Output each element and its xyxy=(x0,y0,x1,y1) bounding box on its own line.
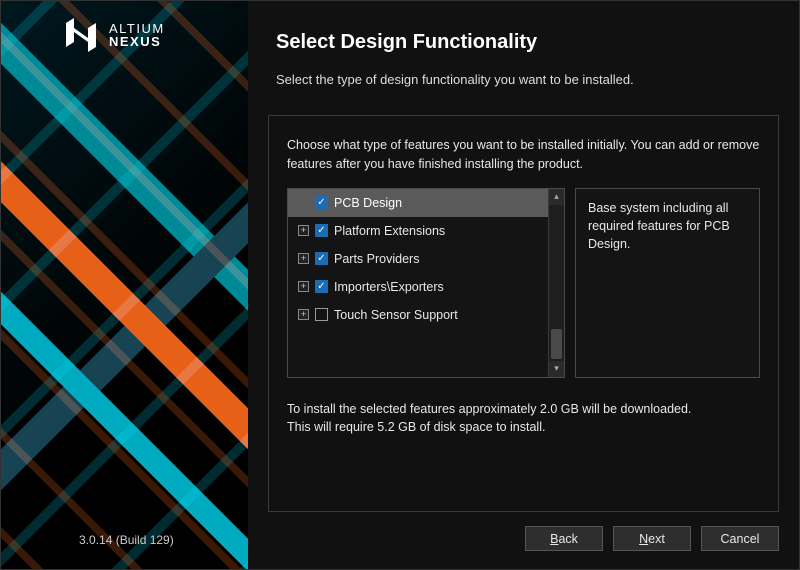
scroll-down-button[interactable]: ▾ xyxy=(549,361,564,377)
feature-checkbox[interactable] xyxy=(315,252,328,265)
brand-line2: NEXUS xyxy=(109,35,165,48)
feature-label: Parts Providers xyxy=(334,252,419,266)
feature-label: Importers\Exporters xyxy=(334,280,444,294)
feature-label: PCB Design xyxy=(334,196,402,210)
scroll-up-button[interactable]: ▴ xyxy=(549,189,564,205)
feature-item-importers-exporters[interactable]: + Importers\Exporters xyxy=(288,273,548,301)
footer: Back Next Cancel xyxy=(248,512,799,569)
scroll-thumb[interactable] xyxy=(551,329,562,359)
disk-info: To install the selected features approxi… xyxy=(287,400,760,438)
disk-download-text: To install the selected features approxi… xyxy=(287,400,760,419)
scroll-track[interactable] xyxy=(549,205,564,361)
page-title: Select Design Functionality xyxy=(276,31,771,54)
nexus-logo-icon xyxy=(61,15,101,55)
brand-text: ALTIUM NEXUS xyxy=(109,22,165,48)
header: Select Design Functionality Select the t… xyxy=(248,1,799,107)
feature-item-platform-extensions[interactable]: + Platform Extensions xyxy=(288,217,548,245)
feature-checkbox[interactable] xyxy=(315,196,328,209)
feature-item-pcb-design[interactable]: +PCB Design xyxy=(288,189,548,217)
feature-checkbox[interactable] xyxy=(315,308,328,321)
expand-icon[interactable]: + xyxy=(298,281,309,292)
next-button[interactable]: Next xyxy=(613,526,691,551)
instructions-text: Choose what type of features you want to… xyxy=(287,136,760,174)
feature-item-parts-providers[interactable]: + Parts Providers xyxy=(288,245,548,273)
page-subtitle: Select the type of design functionality … xyxy=(276,72,771,87)
feature-description: Base system including all required featu… xyxy=(575,188,760,378)
feature-checkbox[interactable] xyxy=(315,280,328,293)
installer-window: ALTIUM NEXUS 3.0.14 (Build 129) Select D… xyxy=(0,0,800,570)
left-panel: ALTIUM NEXUS 3.0.14 (Build 129) xyxy=(1,1,248,569)
feature-row: +PCB Design+Platform Extensions+Parts Pr… xyxy=(287,188,760,378)
brand: ALTIUM NEXUS xyxy=(61,15,165,55)
feature-item-touch-sensor-support[interactable]: + Touch Sensor Support xyxy=(288,301,548,329)
cancel-button[interactable]: Cancel xyxy=(701,526,779,551)
expand-icon[interactable]: + xyxy=(298,309,309,320)
right-panel: Select Design Functionality Select the t… xyxy=(248,1,799,569)
body: Choose what type of features you want to… xyxy=(268,115,779,512)
feature-tree-scrollbar[interactable]: ▴ ▾ xyxy=(548,189,564,377)
back-button[interactable]: Back xyxy=(525,526,603,551)
feature-label: Platform Extensions xyxy=(334,224,445,238)
disk-space-text: This will require 5.2 GB of disk space t… xyxy=(287,418,760,437)
expand-icon[interactable]: + xyxy=(298,253,309,264)
decorative-background xyxy=(1,1,248,569)
feature-checkbox[interactable] xyxy=(315,224,328,237)
expand-icon[interactable]: + xyxy=(298,225,309,236)
feature-label: Touch Sensor Support xyxy=(334,308,458,322)
version-label: 3.0.14 (Build 129) xyxy=(79,533,174,547)
feature-tree[interactable]: +PCB Design+Platform Extensions+Parts Pr… xyxy=(287,188,565,378)
